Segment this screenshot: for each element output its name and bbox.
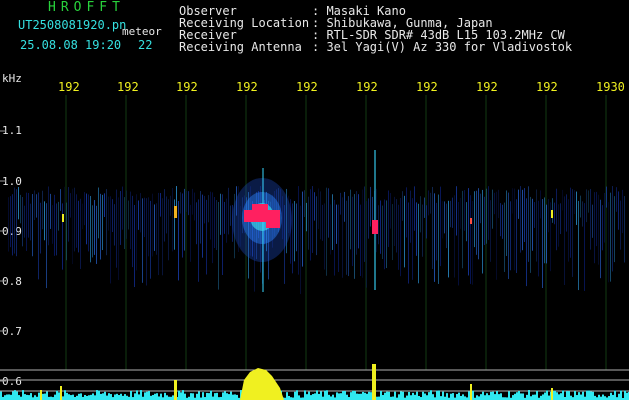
timestamp: 25.08.08 19:20 xyxy=(20,38,122,52)
meteor-echo-head xyxy=(62,204,553,234)
hrofft-logo: HROFFT xyxy=(48,0,125,15)
time-tick: 192 xyxy=(356,80,378,94)
frequency-ticks xyxy=(0,130,6,382)
time-tick: 192 xyxy=(296,80,318,94)
meteor-count: 22 xyxy=(138,38,153,52)
frequency-unit: kHz xyxy=(2,72,22,85)
detection-tag: meteor xyxy=(122,25,162,38)
time-tick: 192 xyxy=(536,80,558,94)
info-antenna-value: : 3el Yagi(V) Az 330 for Vladivostok xyxy=(312,40,573,54)
info-antenna-label: Receiving Antenna xyxy=(179,40,302,54)
time-tick: 192 xyxy=(416,80,438,94)
noise-band xyxy=(8,186,625,295)
time-tick: 192 xyxy=(117,80,139,94)
time-tick: 192 xyxy=(236,80,258,94)
time-tick: 192 xyxy=(476,80,498,94)
time-tick: 192 xyxy=(58,80,80,94)
time-tick: 192 xyxy=(176,80,198,94)
time-tick: 1930 xyxy=(596,80,625,94)
spectrogram xyxy=(0,95,629,400)
file-name: UT2508081920.pn xyxy=(18,18,127,32)
signal-meter xyxy=(0,364,629,400)
